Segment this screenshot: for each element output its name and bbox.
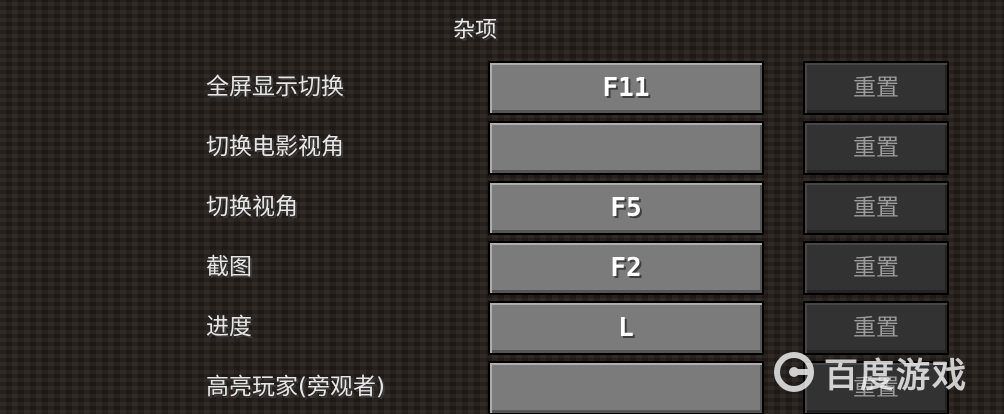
- reset-button-cinematic-camera[interactable]: 重置: [803, 121, 949, 175]
- baidu-game-logo-icon: [774, 352, 814, 392]
- reset-button-fullscreen[interactable]: 重置: [803, 61, 949, 115]
- keybind-row-screenshot: 截图 F2 重置: [0, 241, 1004, 297]
- watermark-text: 百度游戏: [824, 355, 968, 396]
- keybind-row-toggle-perspective: 切换视角 F5 重置: [0, 181, 1004, 237]
- keybind-row-fullscreen: 全屏显示切换 F11 重置: [0, 61, 1004, 117]
- reset-button-toggle-perspective[interactable]: 重置: [803, 181, 949, 235]
- watermark: 百度游戏: [770, 344, 968, 400]
- keybind-button-fullscreen[interactable]: F11: [488, 61, 764, 115]
- keybind-label: 切换电影视角: [206, 134, 344, 160]
- keybind-button-highlight-players[interactable]: [488, 361, 764, 414]
- keybind-label: 进度: [206, 314, 252, 340]
- keybind-button-advancements[interactable]: L: [488, 301, 764, 355]
- keybind-label: 截图: [206, 254, 252, 280]
- keybind-button-toggle-perspective[interactable]: F5: [488, 181, 764, 235]
- section-title: 杂项: [452, 18, 497, 43]
- reset-button-screenshot[interactable]: 重置: [803, 241, 949, 295]
- keybind-button-screenshot[interactable]: F2: [488, 241, 764, 295]
- keybind-row-cinematic-camera: 切换电影视角 重置: [0, 121, 1004, 177]
- keybind-button-cinematic-camera[interactable]: [488, 121, 764, 175]
- keybind-label: 高亮玩家(旁观者): [206, 374, 385, 400]
- keybind-label: 切换视角: [206, 194, 298, 220]
- keybind-label: 全屏显示切换: [206, 74, 344, 100]
